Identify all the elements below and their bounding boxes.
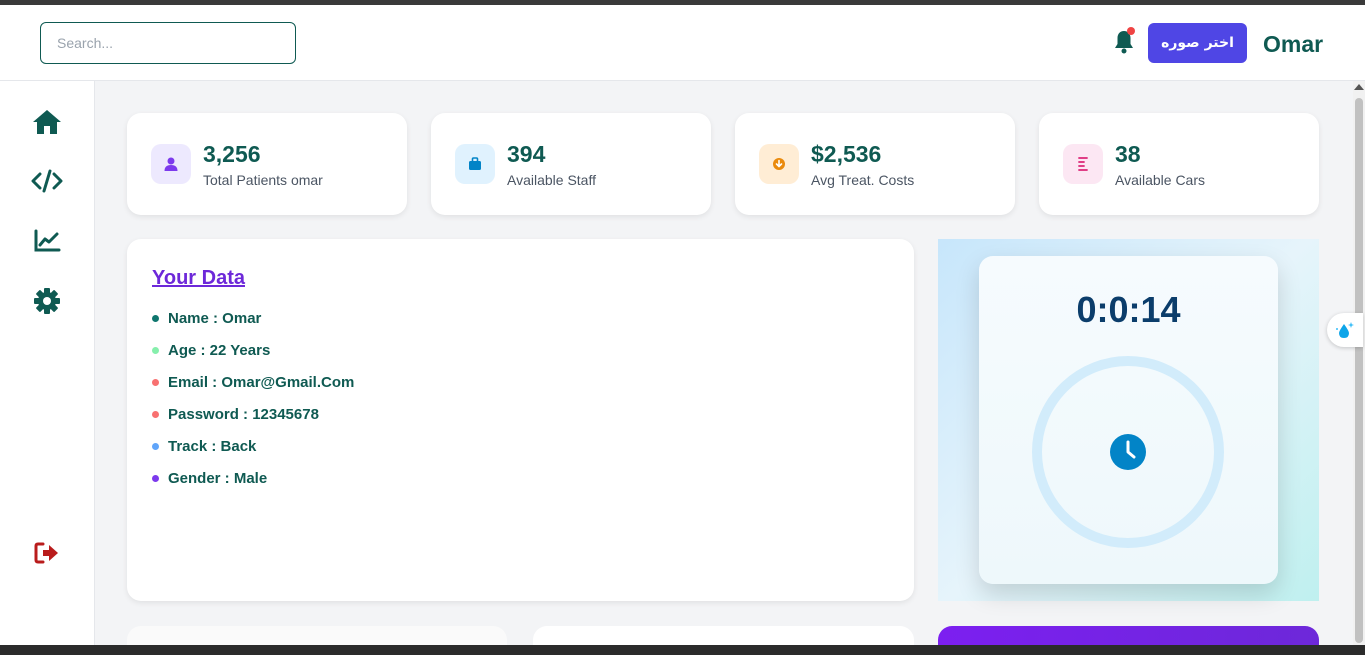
data-item-name: Name : Omar (152, 302, 354, 334)
list-icon (1078, 157, 1088, 171)
stat-icon-box (759, 144, 799, 184)
stat-icon-box (151, 144, 191, 184)
home-icon (33, 110, 61, 134)
sidebar-item-chart[interactable] (31, 225, 63, 257)
stat-label: Total Patients omar (203, 172, 323, 188)
stat-card-patients: 3,256 Total Patients omar (127, 113, 407, 215)
bullet (152, 346, 159, 354)
stat-icon-box (1063, 144, 1103, 184)
sidebar (0, 81, 95, 645)
stat-value: 3,256 (203, 141, 261, 167)
briefcase-icon (469, 157, 481, 170)
notification-badge (1127, 27, 1135, 35)
user-icon (164, 157, 178, 171)
stat-card-costs: $2,536 Avg Treat. Costs (735, 113, 1015, 215)
data-item-text: Age : 22 Years (168, 341, 271, 359)
search-input[interactable] (40, 22, 296, 64)
data-item-text: Track : Back (168, 437, 257, 455)
data-item-track: Track : Back (152, 430, 354, 462)
timer-card: 0:0:14 (979, 256, 1278, 584)
your-data-card: Your Data Name : Omar Age : 22 Years Ema… (127, 239, 914, 601)
data-item-text: Email : Omar@Gmail.Com (168, 373, 355, 391)
download-circle-icon (773, 158, 785, 170)
bullet (152, 442, 159, 450)
data-item-age: Age : 22 Years (152, 334, 354, 366)
top-header: اختر صوره Omar (0, 5, 1365, 81)
data-item-password: Password : 12345678 (152, 398, 354, 430)
data-item-gender: Gender : Male (152, 462, 354, 494)
stat-value: $2,536 (811, 141, 882, 167)
timer-display: 0:0:14 (1076, 289, 1181, 330)
sidebar-item-home[interactable] (31, 106, 63, 138)
stat-label: Available Staff (507, 172, 596, 188)
stat-value: 394 (507, 141, 546, 167)
bullet (152, 410, 159, 418)
code-icon (31, 169, 63, 193)
stat-icon-box (455, 144, 495, 184)
stat-card-cars: 38 Available Cars (1039, 113, 1319, 215)
scroll-thumb[interactable] (1355, 98, 1363, 643)
scroll-up-arrow[interactable] (1354, 84, 1364, 90)
your-data-list: Name : Omar Age : 22 Years Email : Omar@… (152, 302, 354, 494)
sidebar-item-code[interactable] (31, 165, 63, 197)
bullet (152, 474, 159, 482)
choose-image-button[interactable]: اختر صوره (1148, 23, 1247, 63)
floating-helper-button[interactable] (1327, 313, 1363, 347)
stat-label: Available Cars (1115, 172, 1206, 188)
data-item-text: Name : Omar (168, 309, 262, 327)
bullet (152, 378, 159, 386)
stat-label: Avg Treat. Costs (811, 172, 915, 188)
bullet (152, 314, 159, 322)
data-item-text: Gender : Male (168, 469, 268, 487)
logout-button[interactable] (31, 537, 63, 569)
water-drop-icon (1336, 322, 1354, 338)
browser-bottom-strip (0, 645, 1365, 655)
your-data-title[interactable]: Your Data (152, 267, 245, 290)
stat-card-staff: 394 Available Staff (431, 113, 711, 215)
data-item-email: Email : Omar@Gmail.Com (152, 366, 354, 398)
data-item-text: Password : 12345678 (168, 405, 319, 423)
sidebar-item-settings[interactable] (31, 285, 63, 317)
gear-icon (34, 288, 60, 314)
stat-value: 38 (1115, 141, 1141, 167)
logout-icon (34, 542, 58, 564)
username: Omar (1263, 31, 1324, 57)
clock-icon[interactable] (1109, 433, 1147, 471)
chart-line-icon (34, 229, 61, 252)
